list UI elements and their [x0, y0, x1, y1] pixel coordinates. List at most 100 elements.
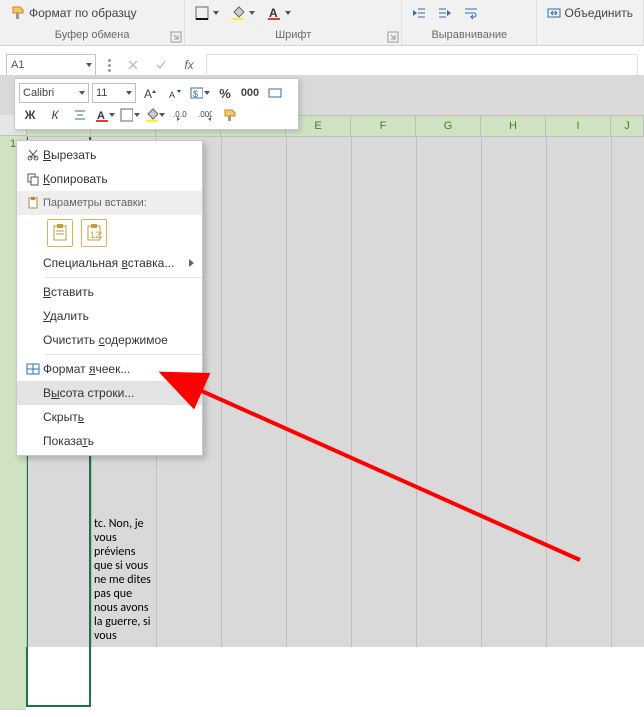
scissors-icon	[23, 148, 43, 162]
merge-icon	[268, 86, 282, 100]
dialog-launcher-font[interactable]	[387, 31, 399, 43]
wrap-text-icon	[464, 6, 478, 20]
font-color-icon: A	[95, 108, 108, 122]
dec-decimal-icon: .00.0	[198, 108, 212, 122]
decrease-decimal-button[interactable]: .00.0	[194, 104, 216, 126]
grow-font-icon: A	[143, 86, 157, 100]
ribbon-group-alignment: Выравнивание	[402, 0, 537, 45]
dialog-launcher-clipboard[interactable]	[170, 31, 182, 43]
svg-text:$: $	[193, 89, 198, 99]
ribbon-group-font-title: Шрифт	[191, 25, 395, 43]
chevron-down-icon	[79, 91, 85, 95]
merge-center-button[interactable]	[264, 82, 286, 104]
ctx-insert[interactable]: Вставить	[17, 280, 202, 304]
ctx-cut[interactable]: ВВырезатьырезать	[17, 143, 202, 167]
increase-indent-button[interactable]	[434, 3, 456, 23]
paintbrush-icon	[10, 5, 26, 21]
format-painter-mini-button[interactable]	[219, 104, 241, 126]
merge-icon	[547, 6, 561, 20]
border-icon	[120, 108, 133, 122]
ctx-hide[interactable]: Скрыть	[17, 405, 202, 429]
format-cells-icon	[23, 362, 43, 376]
ribbon-group-merge: Объединить	[537, 0, 644, 45]
chevron-down-icon	[86, 63, 92, 67]
increase-decimal-button[interactable]: .0.00	[169, 104, 191, 126]
formula-input[interactable]	[206, 54, 638, 76]
border-icon	[195, 6, 209, 20]
fill-color-button[interactable]	[227, 3, 259, 23]
font-color-button[interactable]: A	[263, 3, 295, 23]
percent-button[interactable]: %	[214, 82, 236, 104]
format-painter-label: Формат по образцу	[29, 6, 137, 20]
font-name-value: Calibri	[23, 87, 54, 99]
clipboard-icon	[23, 196, 43, 210]
merge-button[interactable]: Объединить	[543, 3, 637, 23]
check-icon	[155, 59, 167, 71]
context-menu: ВВырезатьырезать Копировать Параметры вс…	[16, 140, 203, 456]
shrink-font-button[interactable]: A	[164, 82, 186, 104]
svg-text:A: A	[269, 6, 278, 20]
ribbon-group-clipboard: Формат по образцу Буфер обмена	[0, 0, 185, 45]
column-header[interactable]: I	[546, 116, 611, 136]
font-size-select[interactable]: 11	[92, 83, 136, 103]
border-button[interactable]	[191, 3, 223, 23]
column-header[interactable]: F	[351, 116, 416, 136]
fill-color-mini-button[interactable]	[144, 104, 166, 126]
paste-option-default[interactable]	[47, 219, 73, 247]
ribbon-group-alignment-title: Выравнивание	[408, 25, 530, 43]
font-color-mini-button[interactable]: A	[94, 104, 116, 126]
column-header[interactable]: G	[416, 116, 481, 136]
cancel-button[interactable]	[122, 55, 144, 75]
ctx-row-height[interactable]: Высота строки...	[17, 381, 202, 405]
ribbon-group-font: A Шрифт	[185, 0, 402, 45]
font-name-select[interactable]: Calibri	[19, 83, 89, 103]
accounting-icon: $	[190, 86, 203, 100]
clipboard-values-icon: 123	[86, 224, 102, 242]
ctx-show[interactable]: Показать	[17, 429, 202, 453]
indent-left-icon	[412, 6, 426, 20]
inc-decimal-icon: .0.00	[173, 108, 187, 122]
merge-label: Объединить	[564, 6, 633, 20]
name-box-value: A1	[11, 59, 24, 71]
grow-font-button[interactable]: A	[139, 82, 161, 104]
italic-button[interactable]: К	[44, 104, 66, 126]
svg-text:.00: .00	[180, 110, 187, 119]
chevron-right-icon	[189, 259, 194, 267]
ctx-format-cells[interactable]: Формат ячеек...	[17, 357, 202, 381]
shrink-font-icon: A	[168, 86, 182, 100]
svg-text:123: 123	[90, 230, 102, 240]
svg-text:.0: .0	[207, 110, 212, 119]
format-painter-button[interactable]: Формат по образцу	[6, 2, 141, 24]
accounting-format-button[interactable]: $	[189, 82, 211, 104]
ctx-paste-options: 123	[17, 215, 202, 251]
decrease-indent-button[interactable]	[408, 3, 430, 23]
name-box[interactable]: A1	[6, 54, 96, 76]
wrap-text-button[interactable]	[460, 3, 482, 23]
cell-b1-text: tc. Non, je vous préviens que si vous ne…	[94, 517, 152, 717]
enter-button[interactable]	[150, 55, 172, 75]
clipboard-paste-icon	[52, 224, 68, 242]
ctx-delete[interactable]: Удалить	[17, 304, 202, 328]
font-size-value: 11	[96, 87, 107, 99]
column-header[interactable]: H	[481, 116, 546, 136]
align-center-horizontal-button[interactable]	[69, 104, 91, 126]
bucket-icon	[231, 6, 245, 20]
border-mini-button[interactable]	[119, 104, 141, 126]
formula-bar-splitter[interactable]	[102, 54, 116, 76]
close-icon	[127, 59, 139, 71]
ctx-copy[interactable]: Копировать	[17, 167, 202, 191]
paintbrush-icon	[223, 108, 237, 122]
thousands-button[interactable]: 000	[239, 82, 261, 104]
ctx-paste-special[interactable]: Специальная вставка...	[17, 251, 202, 275]
indent-right-icon	[438, 6, 452, 20]
bold-button[interactable]: Ж	[19, 104, 41, 126]
column-header[interactable]: J	[611, 116, 644, 136]
fx-label: fx	[184, 58, 193, 72]
ctx-clear-contents[interactable]: Очистить содержимое	[17, 328, 202, 352]
chevron-down-icon	[126, 91, 132, 95]
copy-icon	[23, 172, 43, 186]
mini-toolbar: Calibri 11 A A $ % 000 Ж К A .0.00 .00.0	[14, 78, 299, 130]
paste-option-values[interactable]: 123	[81, 219, 107, 247]
align-center-icon	[73, 108, 87, 122]
fx-button[interactable]: fx	[178, 55, 200, 75]
